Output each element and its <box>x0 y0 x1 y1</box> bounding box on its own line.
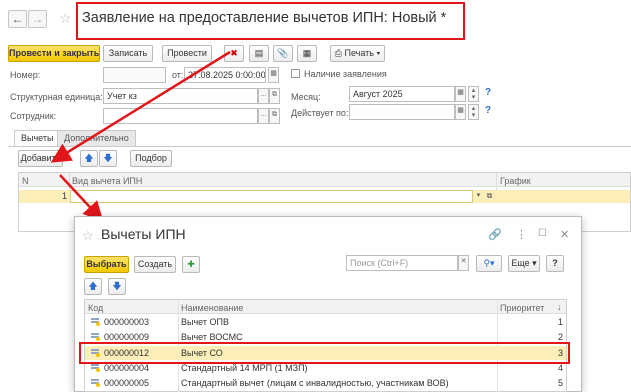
list-header-code[interactable]: Код <box>88 303 103 313</box>
arrow-to-dialog <box>59 174 104 222</box>
row-code: 000000003 <box>104 317 150 327</box>
row-code: 000000005 <box>104 378 150 388</box>
row-code: 000000004 <box>104 363 150 373</box>
search-icon: ⚲▾ <box>483 258 495 268</box>
list-item[interactable] <box>85 316 566 329</box>
row-code: 000000009 <box>104 332 150 342</box>
list-item-icon <box>91 318 101 326</box>
row-priority: 5 <box>558 378 564 388</box>
row-name: Вычет ВОСМС <box>181 332 243 342</box>
close-icon: ✕ <box>460 258 467 265</box>
select-button[interactable]: Выбрать <box>84 256 129 273</box>
link-icon[interactable]: 🔗 <box>488 228 502 241</box>
search-clear-button[interactable]: ✕ <box>458 255 469 271</box>
list-item-icon <box>91 333 101 341</box>
list-item-icon <box>91 379 101 387</box>
list-header-priority[interactable]: Приоритет <box>500 303 544 313</box>
row-name: Вычет ОПВ <box>181 317 229 327</box>
list-header-row <box>85 300 566 314</box>
row-name: Стандартный 14 МРП (1 МЗП) <box>181 363 308 373</box>
more-button[interactable]: Еще ▾ <box>508 255 540 272</box>
star-icon[interactable]: ☆ <box>82 228 94 244</box>
search-button[interactable]: ⚲▾ <box>476 255 502 272</box>
sort-arrow-icon: ↓ <box>557 302 562 312</box>
maximize-icon[interactable]: ☐ <box>538 228 547 239</box>
dialog-title: Вычеты ИПН <box>101 226 186 242</box>
close-icon[interactable]: ✕ <box>560 228 569 241</box>
add-folder-icon: ✚ <box>187 259 195 269</box>
move-down-button[interactable]: 🡇 <box>108 278 126 295</box>
more-vertical-icon[interactable]: ⋮ <box>516 228 527 241</box>
list-item[interactable] <box>85 362 566 375</box>
list-item-icon <box>91 364 101 372</box>
row-priority: 4 <box>558 363 564 373</box>
arrow-down-icon: 🡇 <box>112 281 122 291</box>
row-priority: 1 <box>558 317 564 327</box>
more-label: Еще <box>511 258 530 268</box>
move-up-button[interactable]: 🡅 <box>84 278 102 295</box>
arrow-to-add-button <box>50 50 231 163</box>
row-name: Стандартный вычет (лицам с инвалидностью… <box>181 378 449 388</box>
search-placeholder: Поиск (Ctrl+F) <box>350 258 409 268</box>
row-priority: 2 <box>558 332 564 342</box>
chevron-down-icon: ▾ <box>532 258 537 268</box>
arrow-up-icon: 🡅 <box>88 281 98 291</box>
create-button[interactable]: Создать <box>134 256 176 273</box>
selected-row-highlight-box <box>79 342 570 364</box>
search-input[interactable]: Поиск (Ctrl+F) <box>346 255 458 271</box>
list-header-name[interactable]: Наименование <box>181 303 243 313</box>
help-button[interactable]: ? <box>546 255 564 272</box>
create-group-button[interactable]: ✚ <box>182 256 200 273</box>
